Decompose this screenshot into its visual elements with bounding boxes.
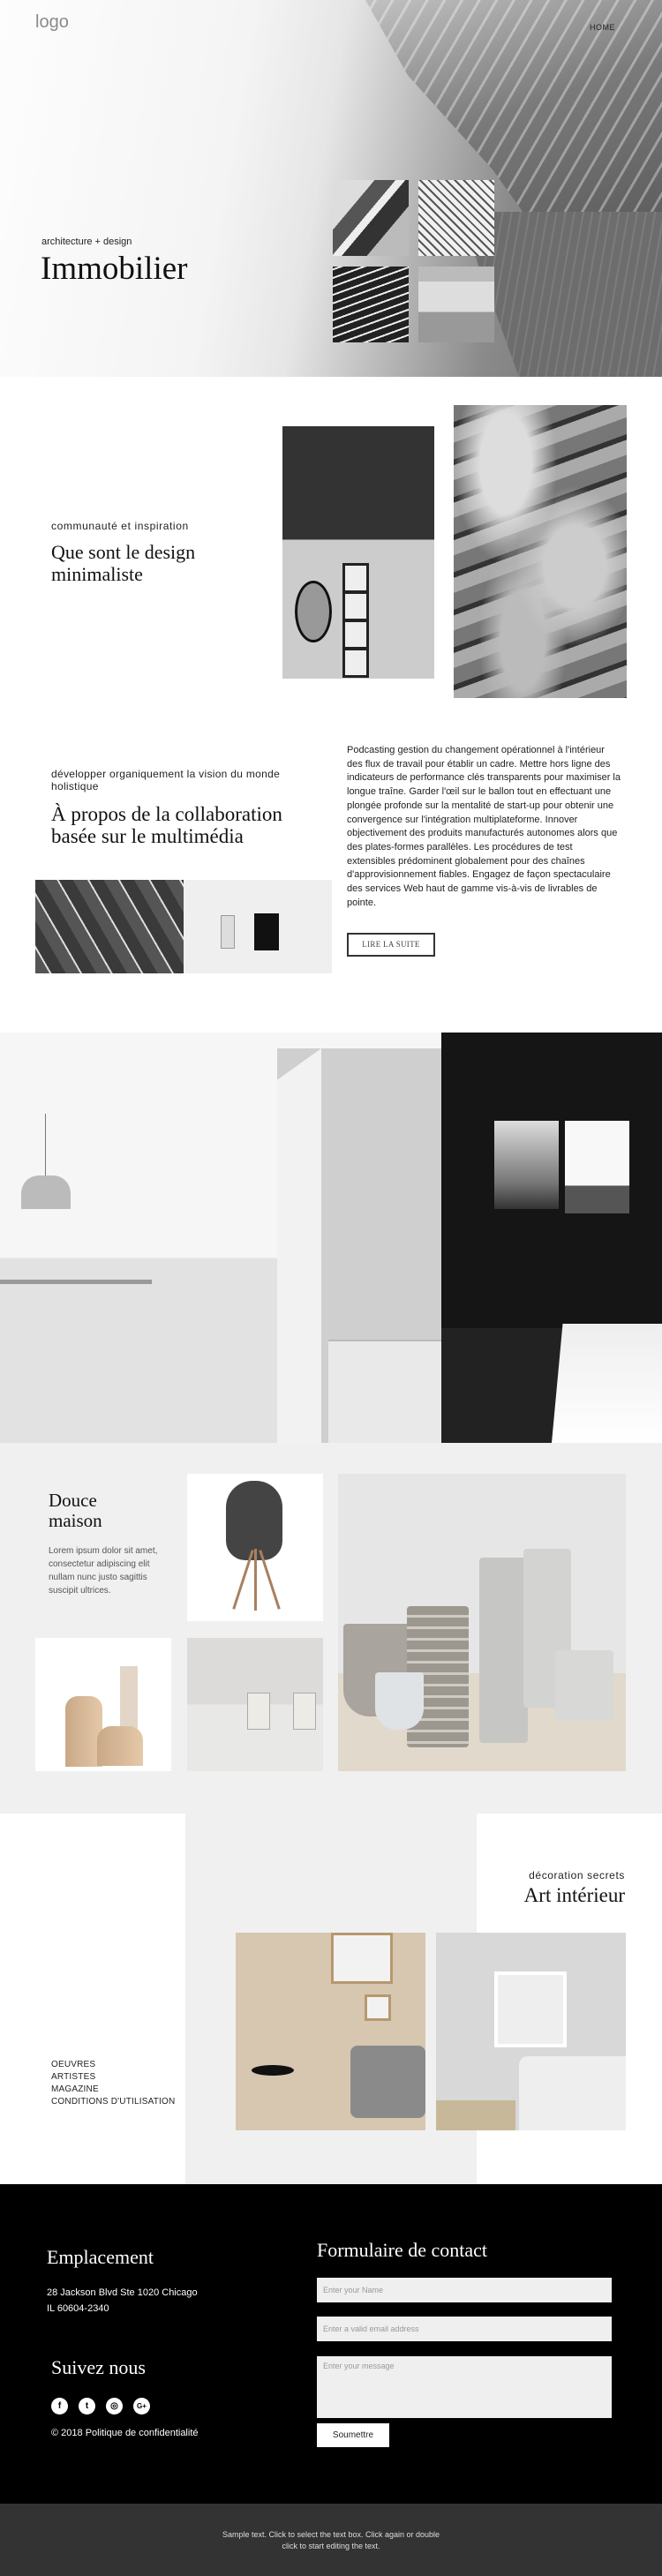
cup (247, 1693, 270, 1730)
wooden-table-2 (97, 1726, 143, 1766)
dining-table (0, 1280, 152, 1284)
address: 28 Jackson Blvd Ste 1020 Chicago IL 6060… (47, 2285, 198, 2317)
bottom-bar: Sample text. Click to select the text bo… (0, 2504, 662, 2576)
vase (375, 1672, 424, 1730)
intro-title: Que sont le design minimaliste (51, 541, 196, 585)
mirror-window-image (282, 426, 434, 679)
product-box-dark (254, 913, 279, 950)
cow-print-frame (494, 1971, 567, 2047)
window-right (565, 1121, 629, 1213)
google-plus-icon[interactable]: G+ (133, 2398, 150, 2415)
product-box-light (221, 915, 235, 949)
address-line-1: 28 Jackson Blvd Ste 1020 Chicago (47, 2287, 198, 2298)
email-input[interactable] (317, 2317, 612, 2341)
address-line-2: IL 60604-2340 (47, 2303, 109, 2314)
pendant-lamp (21, 1175, 71, 1209)
footer: Emplacement 28 Jackson Blvd Ste 1020 Chi… (0, 2184, 662, 2504)
link-artistes[interactable]: ARTISTES (51, 2071, 175, 2084)
vase (555, 1650, 613, 1721)
window-left (494, 1121, 559, 1209)
hero-thumbnail-4 (418, 267, 494, 342)
location-title: Emplacement (47, 2246, 154, 2268)
art-title: Art intérieur (523, 1884, 625, 1906)
product-boxes-image (184, 880, 332, 973)
hero-subtitle: architecture + design (41, 237, 132, 247)
contact-form-title: Formulaire de contact (317, 2239, 488, 2261)
hero-thumbnail-1 (333, 180, 409, 256)
hero-thumbnail-3 (333, 267, 409, 342)
follow-title: Suivez nous (51, 2356, 146, 2378)
cabinet (328, 1340, 441, 1443)
art-links: OEUVRES ARTISTES MAGAZINE CONDITIONS D'U… (51, 2059, 175, 2108)
read-more-button[interactable]: LIRE LA SUITE (347, 933, 435, 957)
white-sofa (519, 2056, 626, 2130)
lamp-cord (45, 1114, 46, 1175)
black-stool (252, 2065, 294, 2076)
nav-item-home[interactable]: HOME (590, 23, 615, 32)
gray-sofa (350, 2046, 425, 2118)
hero-thumbnail-2 (418, 180, 494, 256)
hero-title: Immobilier (41, 251, 188, 287)
intro-subtitle: communauté et inspiration (51, 520, 189, 532)
cups-cookies-image (187, 1638, 323, 1771)
cow-print-living-image (436, 1933, 626, 2130)
about-subtitle: développer organiquement la vision du mo… (51, 768, 281, 792)
home-title: Douce maison (49, 1490, 102, 1531)
wall-frame (365, 1994, 391, 2021)
hero-section: logo HOME architecture + design Immobili… (0, 0, 662, 377)
side-table (436, 2100, 515, 2130)
message-textarea[interactable] (317, 2356, 612, 2418)
link-conditions[interactable]: CONDITIONS D'UTILISATION (51, 2096, 175, 2108)
home-section: Douce maison Lorem ipsum dolor sit amet,… (0, 1443, 662, 1814)
black-chair-image (187, 1474, 323, 1621)
window-shape (342, 563, 369, 678)
gallery-section (0, 1033, 662, 1443)
about-section: développer organiquement la vision du mo… (0, 730, 662, 1033)
art-subtitle: décoration secrets (529, 1869, 625, 1881)
beige-living-image (236, 1933, 425, 2130)
art-section: OEUVRES ARTISTES MAGAZINE CONDITIONS D'U… (0, 1814, 662, 2184)
facebook-icon[interactable]: f (51, 2398, 68, 2415)
rock-texture-image (454, 405, 627, 698)
chair-leg (254, 1549, 257, 1611)
copyright[interactable]: © 2018 Politique de confidentialité (51, 2428, 199, 2438)
curved-architecture-image (35, 880, 184, 973)
submit-button[interactable]: Soumettre (317, 2423, 389, 2447)
bottom-bar-text: Sample text. Click to select the text bo… (222, 2530, 440, 2550)
dark-room-image (441, 1033, 662, 1443)
intro-section: communauté et inspiration Que sont le de… (0, 377, 662, 730)
vase (479, 1558, 528, 1743)
wall-frame (331, 1933, 393, 1984)
twitter-icon[interactable]: t (79, 2398, 95, 2415)
partition-wall-edge (277, 1048, 321, 1443)
wooden-tables-image (35, 1638, 171, 1771)
about-body: Podcasting gestion du changement opérati… (347, 745, 621, 908)
logo[interactable]: logo (35, 12, 69, 33)
name-input[interactable] (317, 2278, 612, 2302)
link-magazine[interactable]: MAGAZINE (51, 2084, 175, 2096)
cup (293, 1693, 316, 1730)
link-oeuvres[interactable]: OEUVRES (51, 2059, 175, 2071)
social-icons: f t ◎ G+ (51, 2398, 150, 2415)
dining-room-image (0, 1033, 441, 1443)
about-title: À propos de la collaboration basée sur l… (51, 803, 282, 847)
home-body: Lorem ipsum dolor sit amet, consectetur … (49, 1546, 158, 1596)
ceramic-vases-image (338, 1474, 626, 1771)
instagram-icon[interactable]: ◎ (106, 2398, 123, 2415)
light-patch (552, 1324, 662, 1443)
mirror-shape (295, 581, 332, 642)
